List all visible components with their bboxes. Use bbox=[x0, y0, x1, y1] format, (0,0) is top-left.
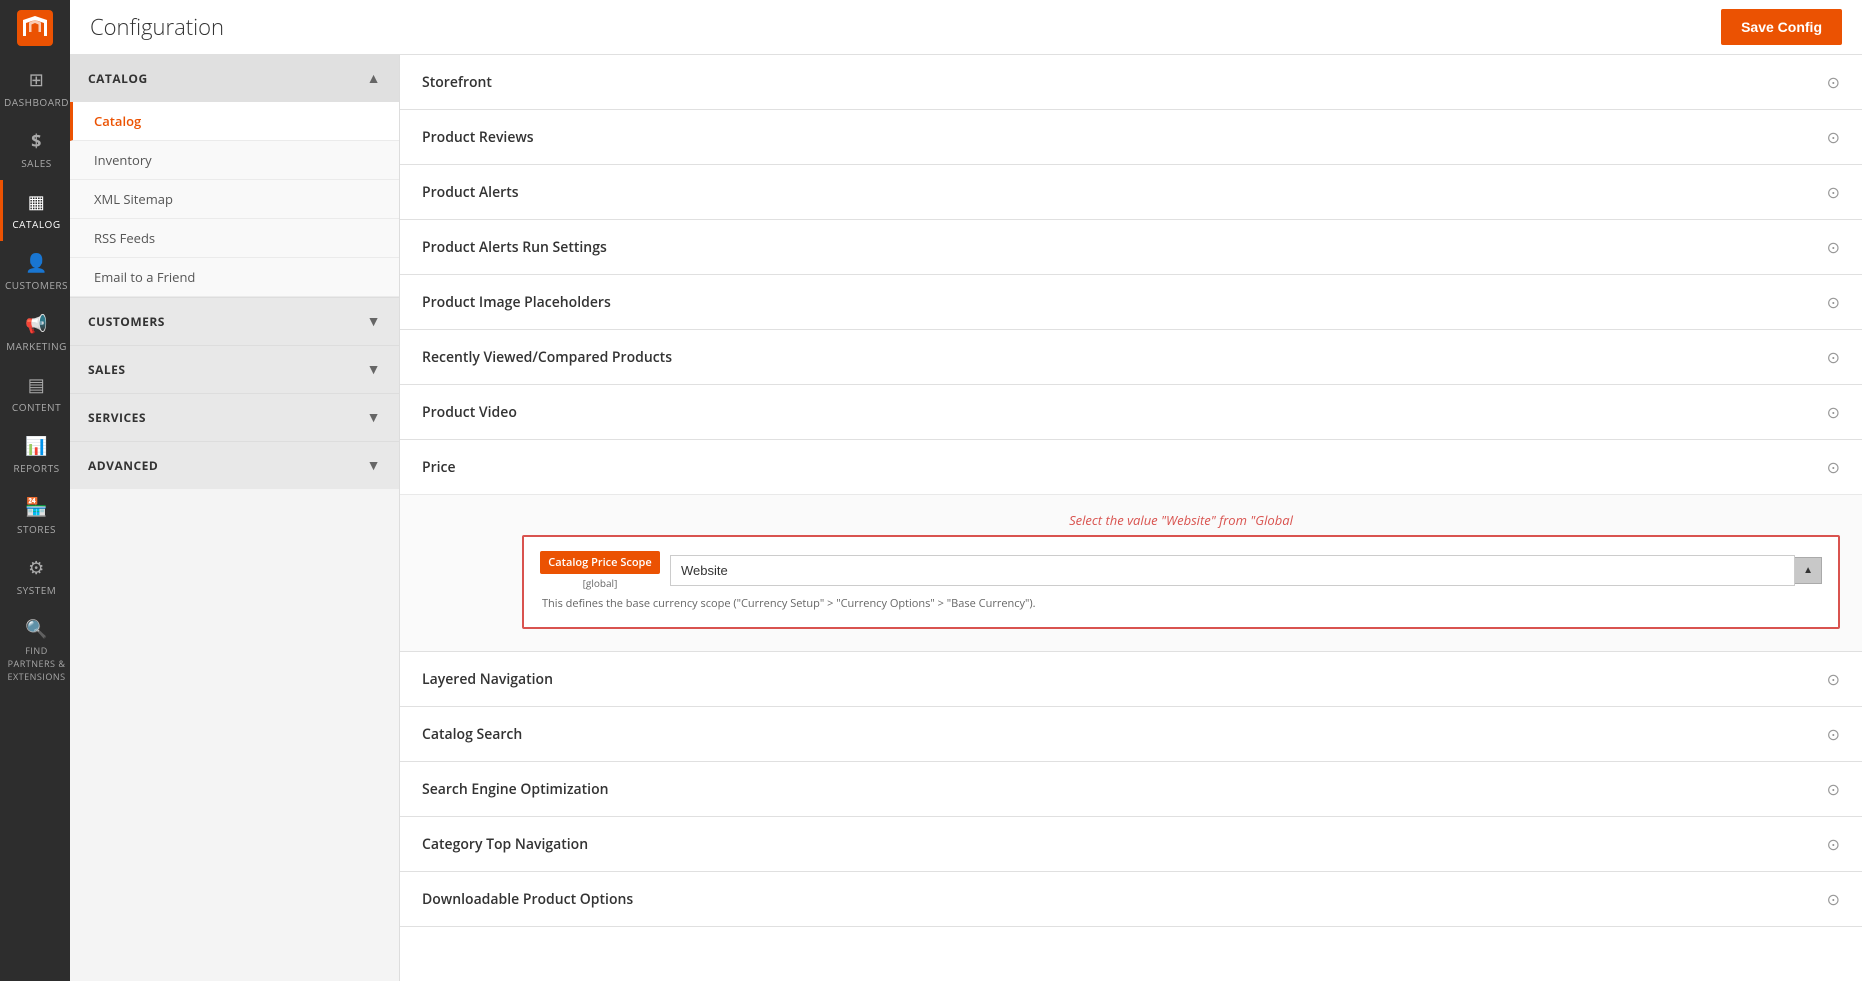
top-bar: Configuration Save Config bbox=[70, 0, 1862, 55]
chevron-down-icon: ⊙ bbox=[1827, 346, 1840, 368]
sidebar-link-xml-sitemap[interactable]: XML Sitemap bbox=[70, 180, 399, 219]
section-layered-nav: Layered Navigation ⊙ bbox=[400, 652, 1862, 707]
section-product-alerts-header[interactable]: Product Alerts ⊙ bbox=[400, 165, 1862, 219]
chevron-down-icon: ⊙ bbox=[1827, 668, 1840, 690]
section-recently-viewed-header[interactable]: Recently Viewed/Compared Products ⊙ bbox=[400, 330, 1862, 384]
section-catalog-search: Catalog Search ⊙ bbox=[400, 707, 1862, 762]
section-product-reviews: Product Reviews ⊙ bbox=[400, 110, 1862, 165]
chevron-down-icon: ⊙ bbox=[1827, 126, 1840, 148]
catalog-icon: ▦ bbox=[28, 190, 46, 214]
price-box-border: Catalog Price Scope [global] Website Glo… bbox=[522, 535, 1840, 629]
sidebar-section-customers[interactable]: CUSTOMERS ▼ bbox=[70, 297, 399, 345]
field-hint: This defines the base currency scope ("C… bbox=[540, 596, 1822, 611]
content-icon: ▤ bbox=[28, 373, 46, 397]
section-category-nav: Category Top Navigation ⊙ bbox=[400, 817, 1862, 872]
sidebar-section-services[interactable]: SERVICES ▼ bbox=[70, 393, 399, 441]
annotation-text: Select the value "Website" from "Global bbox=[522, 511, 1840, 529]
section-price-header[interactable]: Price ⊙ bbox=[400, 440, 1862, 494]
price-section-body: Select the value "Website" from "Global … bbox=[400, 494, 1862, 651]
chevron-down-icon: ⊙ bbox=[1827, 778, 1840, 800]
sidebar-link-inventory[interactable]: Inventory bbox=[70, 141, 399, 180]
section-product-alerts-run-header[interactable]: Product Alerts Run Settings ⊙ bbox=[400, 220, 1862, 274]
nav-item-dashboard[interactable]: ⊞ DASHBOARD bbox=[0, 58, 70, 119]
section-product-video: Product Video ⊙ bbox=[400, 385, 1862, 440]
nav-item-stores[interactable]: 🏪 STORES bbox=[0, 485, 70, 546]
stores-icon: 🏪 bbox=[25, 495, 48, 519]
field-label-badge: Catalog Price Scope bbox=[540, 551, 660, 574]
chevron-down-icon: ⊙ bbox=[1827, 236, 1840, 258]
chevron-up-icon: ⊙ bbox=[1827, 456, 1840, 478]
nav-item-customers[interactable]: 👤 CUSTOMERS bbox=[0, 241, 70, 302]
sidebar-link-email-friend[interactable]: Email to a Friend bbox=[70, 258, 399, 297]
section-seo: Search Engine Optimization ⊙ bbox=[400, 762, 1862, 817]
section-storefront: Storefront ⊙ bbox=[400, 55, 1862, 110]
save-config-button[interactable]: Save Config bbox=[1721, 9, 1842, 45]
chevron-down-icon: ⊙ bbox=[1827, 833, 1840, 855]
sidebar-section-catalog[interactable]: CATALOG ▲ bbox=[70, 55, 399, 102]
customers-icon: 👤 bbox=[25, 251, 48, 275]
section-layered-nav-header[interactable]: Layered Navigation ⊙ bbox=[400, 652, 1862, 706]
nav-item-catalog[interactable]: ▦ CATALOG bbox=[0, 180, 70, 241]
sales-icon: $ bbox=[31, 129, 42, 153]
chevron-down-icon: ⊙ bbox=[1827, 401, 1840, 423]
sidebar-section-sales[interactable]: SALES ▼ bbox=[70, 345, 399, 393]
section-downloadable: Downloadable Product Options ⊙ bbox=[400, 872, 1862, 927]
section-product-video-header[interactable]: Product Video ⊙ bbox=[400, 385, 1862, 439]
chevron-down-icon: ⊙ bbox=[1827, 723, 1840, 745]
chevron-down-icon: ▼ bbox=[367, 408, 381, 427]
section-product-alerts: Product Alerts ⊙ bbox=[400, 165, 1862, 220]
section-storefront-header[interactable]: Storefront ⊙ bbox=[400, 55, 1862, 109]
section-recently-viewed: Recently Viewed/Compared Products ⊙ bbox=[400, 330, 1862, 385]
chevron-down-icon: ▼ bbox=[367, 456, 381, 475]
section-product-reviews-header[interactable]: Product Reviews ⊙ bbox=[400, 110, 1862, 164]
price-field-row: Catalog Price Scope [global] Website Glo… bbox=[540, 551, 1822, 590]
left-navigation: ⊞ DASHBOARD $ SALES ▦ CATALOG 👤 CUSTOMER… bbox=[0, 0, 70, 981]
section-category-nav-header[interactable]: Category Top Navigation ⊙ bbox=[400, 817, 1862, 871]
field-label-sub: [global] bbox=[540, 576, 660, 590]
sidebar-catalog-body: Catalog Inventory XML Sitemap RSS Feeds … bbox=[70, 102, 399, 297]
nav-item-reports[interactable]: 📊 REPORTS bbox=[0, 424, 70, 485]
sidebar-section-advanced[interactable]: ADVANCED ▼ bbox=[70, 441, 399, 489]
page-title: Configuration bbox=[90, 12, 224, 42]
sidebar: CATALOG ▲ Catalog Inventory XML Sitemap … bbox=[70, 55, 400, 981]
find-partners-icon: 🔍 bbox=[25, 617, 48, 641]
catalog-price-scope-select[interactable]: Website Global bbox=[670, 555, 1795, 586]
sidebar-link-rss-feeds[interactable]: RSS Feeds bbox=[70, 219, 399, 258]
chevron-down-icon: ⊙ bbox=[1827, 291, 1840, 313]
nav-item-sales[interactable]: $ SALES bbox=[0, 119, 70, 180]
section-downloadable-header[interactable]: Downloadable Product Options ⊙ bbox=[400, 872, 1862, 926]
chevron-down-icon: ▼ bbox=[367, 360, 381, 379]
section-seo-header[interactable]: Search Engine Optimization ⊙ bbox=[400, 762, 1862, 816]
chevron-down-icon: ⊙ bbox=[1827, 71, 1840, 93]
system-icon: ⚙ bbox=[28, 556, 45, 580]
select-wrapper: Website Global ▲ bbox=[670, 555, 1822, 586]
reports-icon: 📊 bbox=[25, 434, 48, 458]
chevron-down-icon: ⊙ bbox=[1827, 888, 1840, 910]
nav-item-marketing[interactable]: 📢 MARKETING bbox=[0, 302, 70, 363]
field-label-container: Catalog Price Scope [global] bbox=[540, 551, 660, 590]
dashboard-icon: ⊞ bbox=[29, 68, 45, 92]
marketing-icon: 📢 bbox=[25, 312, 48, 336]
section-product-image: Product Image Placeholders ⊙ bbox=[400, 275, 1862, 330]
section-product-image-header[interactable]: Product Image Placeholders ⊙ bbox=[400, 275, 1862, 329]
main-content: Storefront ⊙ Product Reviews ⊙ Product A… bbox=[400, 55, 1862, 981]
select-arrow-button[interactable]: ▲ bbox=[1795, 557, 1822, 584]
nav-item-content[interactable]: ▤ CONTENT bbox=[0, 363, 70, 424]
nav-item-system[interactable]: ⚙ SYSTEM bbox=[0, 546, 70, 607]
chevron-down-icon: ▼ bbox=[367, 312, 381, 331]
nav-item-find-partners[interactable]: 🔍 FIND PARTNERS & EXTENSIONS bbox=[0, 607, 70, 693]
sidebar-link-catalog[interactable]: Catalog bbox=[70, 102, 399, 141]
chevron-up-icon: ▲ bbox=[367, 69, 381, 88]
section-price: Price ⊙ Select the value "Website" from … bbox=[400, 440, 1862, 652]
chevron-down-icon: ⊙ bbox=[1827, 181, 1840, 203]
section-product-alerts-run: Product Alerts Run Settings ⊙ bbox=[400, 220, 1862, 275]
section-catalog-search-header[interactable]: Catalog Search ⊙ bbox=[400, 707, 1862, 761]
logo[interactable] bbox=[17, 10, 53, 50]
